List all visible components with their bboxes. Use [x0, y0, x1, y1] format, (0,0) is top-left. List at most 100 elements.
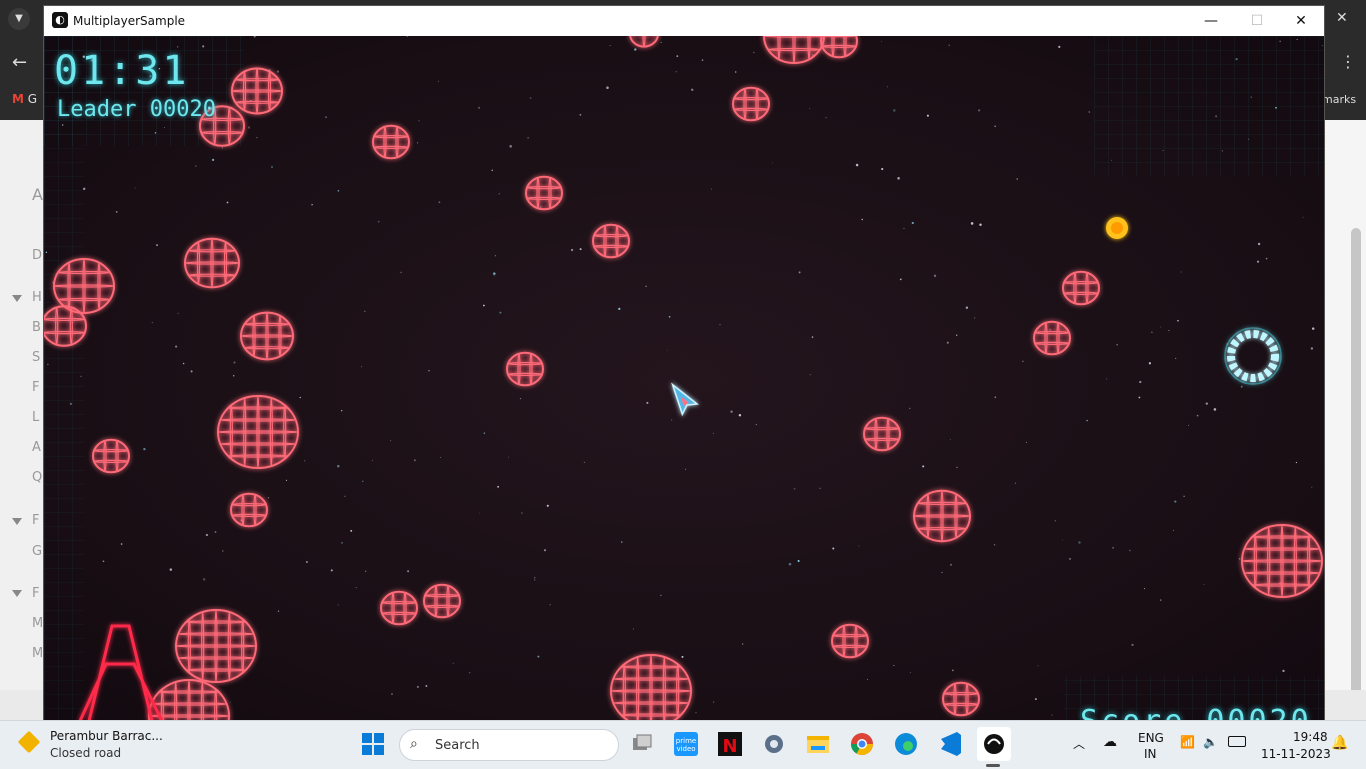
star	[214, 530, 217, 533]
battery-icon[interactable]	[1228, 736, 1246, 747]
prime-video-icon[interactable]: prime video	[669, 727, 703, 761]
star	[479, 512, 480, 514]
star	[742, 643, 744, 645]
star	[809, 107, 811, 109]
star	[909, 672, 911, 674]
star	[711, 188, 712, 190]
star	[861, 218, 863, 221]
maximize-button[interactable]: ☐	[1234, 6, 1280, 36]
star	[1310, 347, 1314, 350]
gmail-bookmark[interactable]: M G	[12, 92, 37, 106]
leader-label: Leader	[57, 97, 137, 122]
close-button[interactable]: ✕	[1278, 6, 1324, 36]
vscode-icon[interactable]	[933, 727, 967, 761]
game-viewport[interactable]: 01:31 Leader 00020 Score 00020	[44, 36, 1324, 721]
star	[1034, 698, 1037, 701]
star	[691, 88, 694, 91]
star	[606, 86, 609, 89]
edge-icon[interactable]	[889, 727, 923, 761]
star	[676, 55, 679, 58]
task-view-icon[interactable]	[625, 727, 659, 761]
traffic-alert-icon[interactable]	[17, 730, 41, 754]
taskbar-search[interactable]: ⌕ Search	[399, 729, 619, 761]
star	[363, 310, 366, 313]
star	[233, 361, 236, 364]
asteroid	[820, 36, 858, 59]
star	[994, 396, 997, 399]
star	[1144, 588, 1145, 590]
star	[1068, 557, 1072, 561]
asteroid	[863, 416, 901, 452]
collapse-icon[interactable]	[12, 590, 22, 597]
sidebar-letter: A	[32, 185, 43, 204]
minimize-button[interactable]: —	[1188, 6, 1234, 36]
file-explorer-icon[interactable]	[801, 727, 835, 761]
language-bottom[interactable]: IN	[1144, 747, 1157, 761]
star	[390, 440, 392, 442]
asteroid	[1033, 320, 1071, 356]
settings-icon[interactable]	[757, 727, 791, 761]
asteroid	[525, 175, 563, 211]
sidebar-letter: F	[32, 513, 40, 528]
more-menu-icon[interactable]: ⋮	[1340, 52, 1356, 71]
collapse-icon[interactable]	[12, 518, 22, 525]
show-hidden-icons-chevron-icon[interactable]: ︿	[1073, 735, 1085, 752]
asteroid	[942, 681, 980, 717]
netflix-icon[interactable]: N	[713, 727, 747, 761]
star	[1279, 40, 1281, 43]
star	[949, 438, 951, 440]
star	[437, 80, 439, 82]
star	[163, 127, 165, 129]
start-button[interactable]	[356, 727, 390, 761]
star	[681, 655, 684, 658]
svg-text:prime: prime	[676, 737, 696, 745]
notifications-bell-icon[interactable]: 🔔	[1331, 735, 1348, 751]
star	[926, 114, 929, 117]
bookmarks-label[interactable]: marks	[1322, 93, 1356, 106]
star	[407, 570, 410, 573]
star	[1238, 558, 1241, 560]
player-ship	[671, 382, 700, 417]
chevron-down-icon[interactable]: ▼	[8, 8, 30, 30]
star	[425, 685, 428, 687]
star	[478, 106, 481, 109]
asteroid	[1241, 524, 1323, 598]
star	[1188, 424, 1189, 426]
star	[634, 48, 637, 51]
player-score: Score 00020	[1080, 704, 1312, 721]
asteroid	[423, 583, 461, 619]
game-window: ◐ MultiplayerSample — ☐ ✕ 01:31 Leader 0…	[43, 5, 1325, 722]
browser-close-icon[interactable]: ✕	[1336, 10, 1348, 26]
star	[1016, 178, 1018, 180]
chrome-icon[interactable]	[845, 727, 879, 761]
back-arrow-icon[interactable]: ←	[12, 52, 27, 73]
star	[256, 137, 258, 139]
volume-icon[interactable]: 🔈	[1203, 735, 1218, 749]
weather-subtitle[interactable]: Closed road	[50, 746, 121, 760]
star	[899, 278, 902, 281]
onedrive-cloud-icon[interactable]: ☁	[1103, 734, 1117, 750]
multiplayer-sample-taskbar-icon[interactable]	[977, 727, 1011, 761]
clock-time[interactable]: 19:48	[1293, 730, 1328, 744]
star	[893, 665, 895, 666]
language-top[interactable]: ENG	[1138, 731, 1164, 745]
star	[738, 413, 742, 417]
star	[534, 577, 536, 579]
star	[151, 322, 153, 324]
asteroid	[231, 67, 283, 115]
star	[202, 45, 205, 48]
weather-title[interactable]: Perambur Barrac...	[50, 729, 163, 743]
wifi-icon[interactable]: 📶	[1180, 735, 1195, 749]
leader-score: Leader 00020	[57, 97, 216, 122]
window-titlebar[interactable]: ◐ MultiplayerSample — ☐ ✕	[44, 6, 1324, 36]
leader-value: 00020	[149, 97, 216, 122]
browser-scrollbar[interactable]	[1351, 228, 1361, 718]
collapse-icon[interactable]	[12, 295, 22, 302]
search-icon: ⌕	[410, 736, 418, 752]
star	[341, 542, 343, 544]
star	[1265, 257, 1268, 260]
asteroid	[592, 223, 630, 259]
star	[922, 465, 925, 468]
clock-date[interactable]: 11-11-2023	[1261, 747, 1331, 761]
star	[1240, 385, 1243, 388]
